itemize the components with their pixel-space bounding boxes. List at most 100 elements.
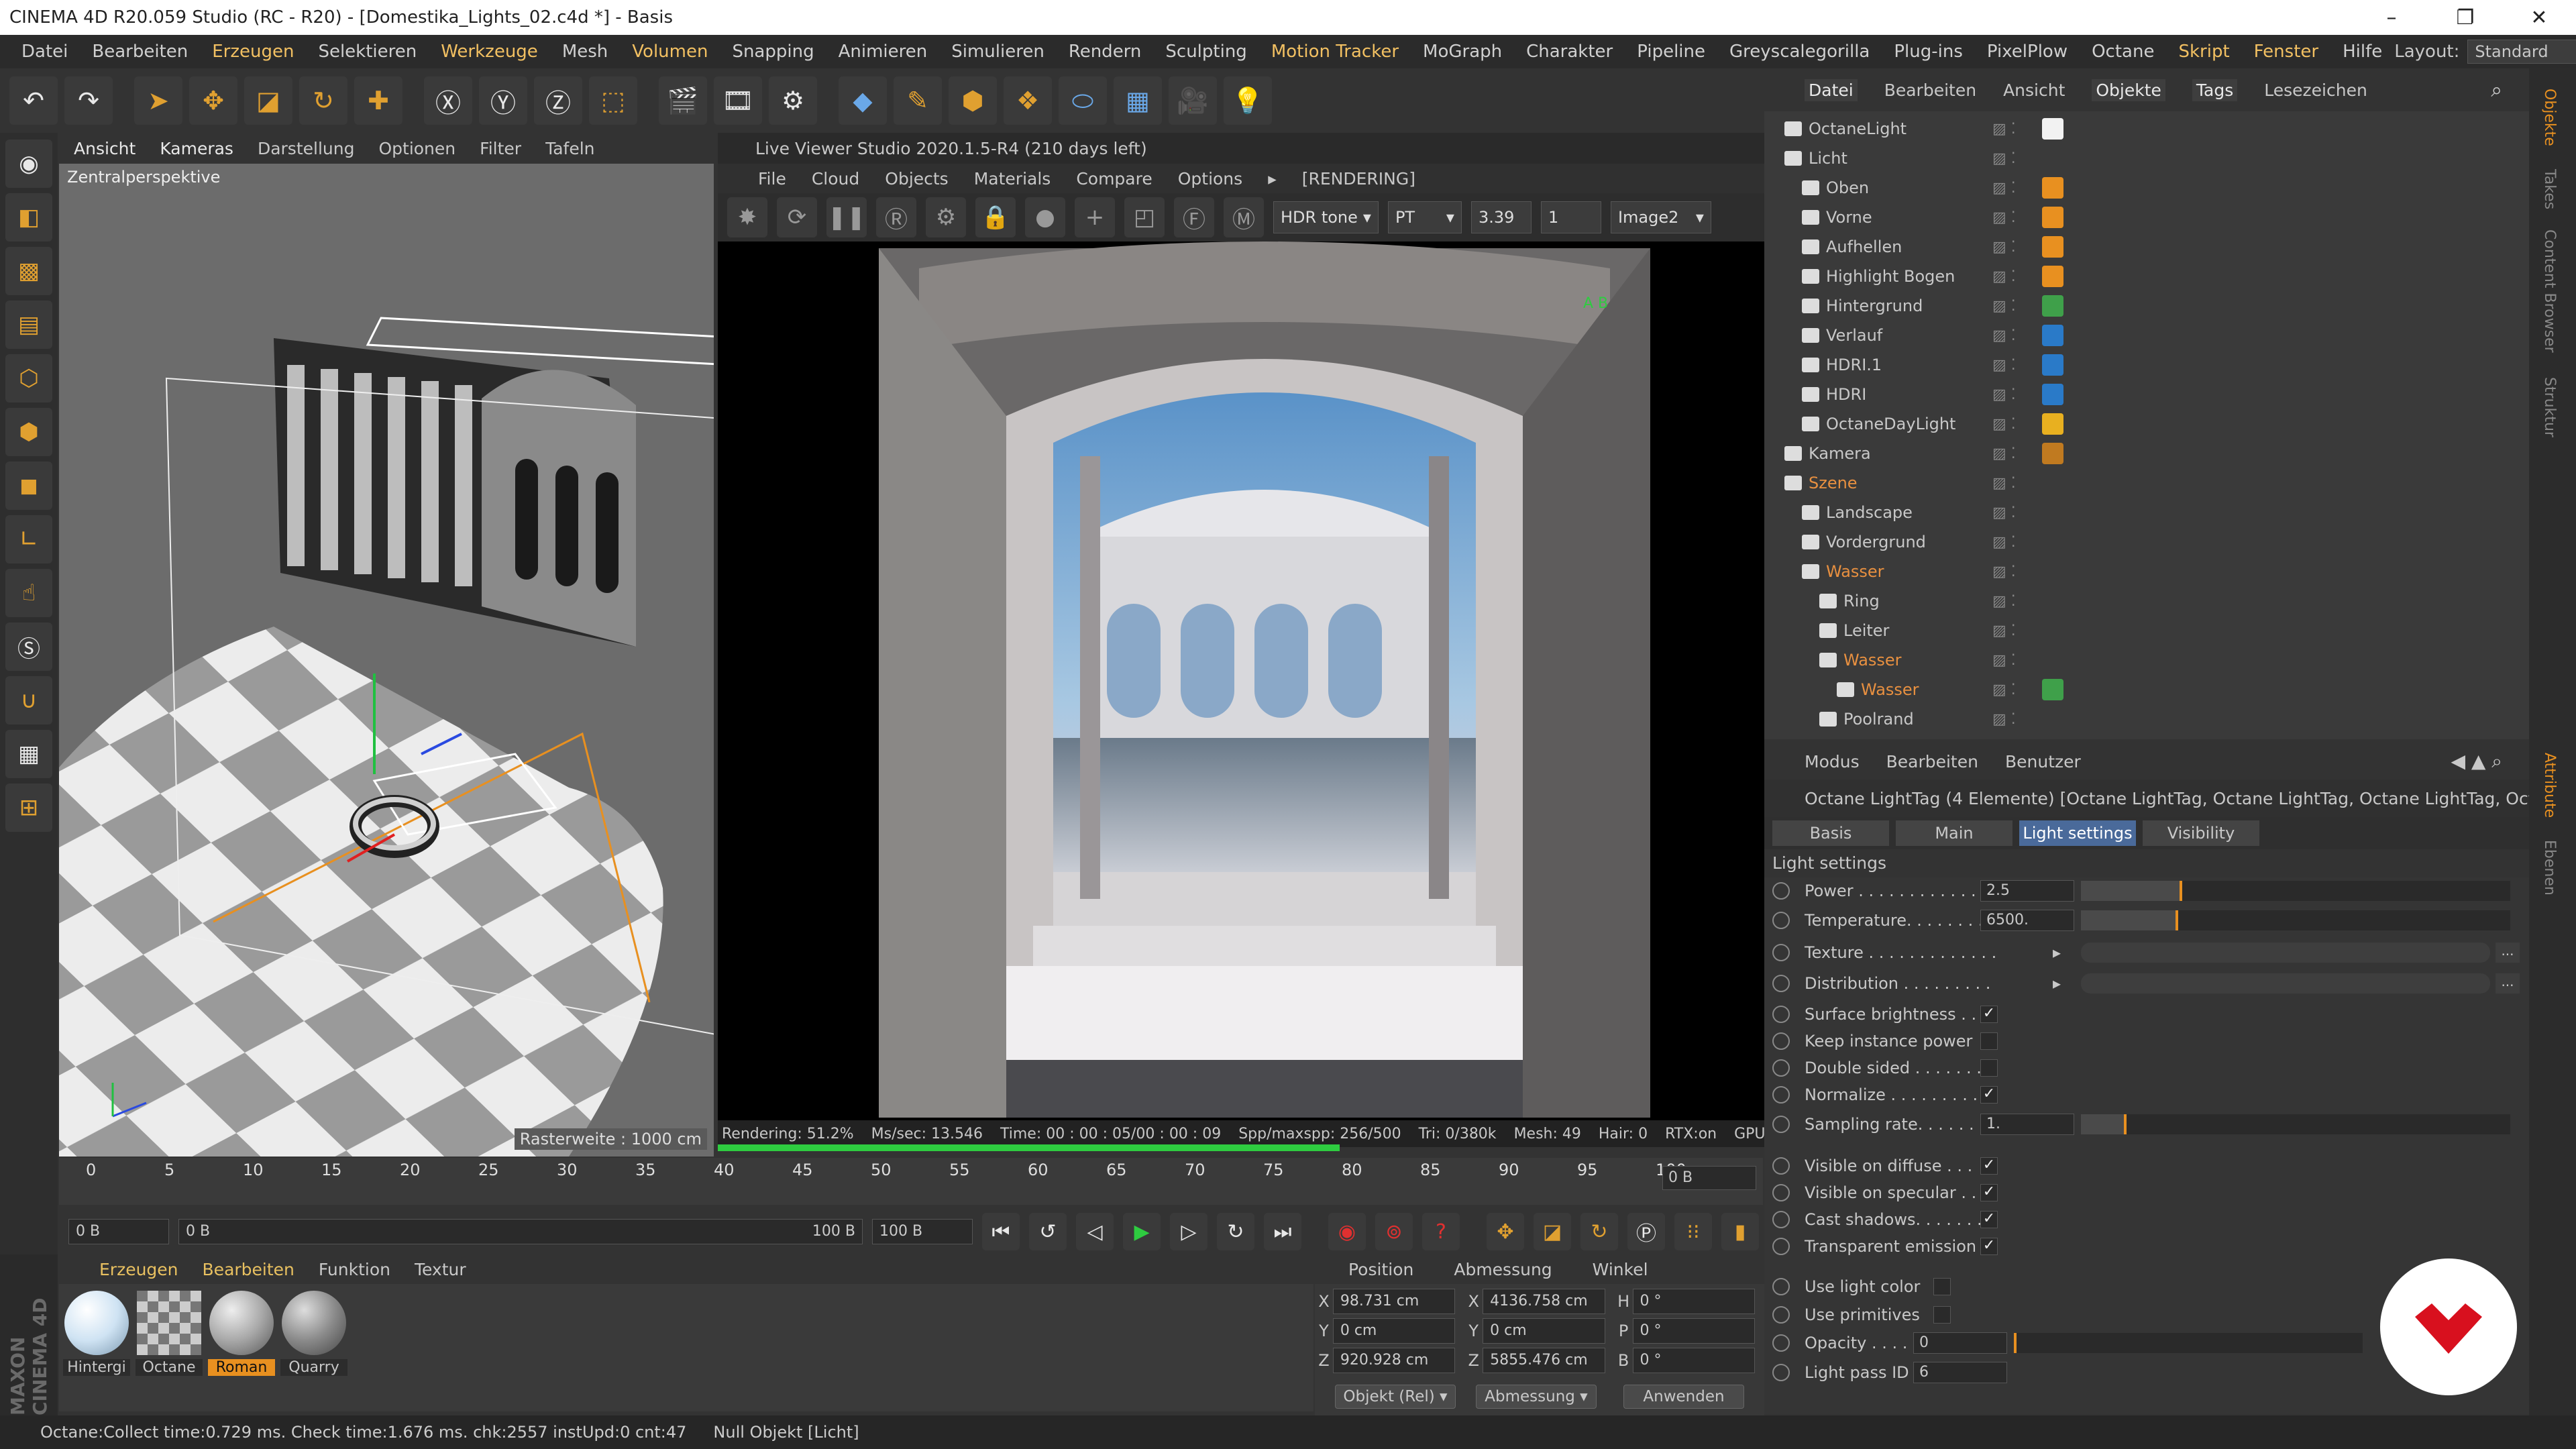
clay-mode-icon[interactable]: ◰	[1124, 197, 1165, 237]
next-key-icon[interactable]: ↻	[1217, 1213, 1254, 1250]
cube-icon[interactable]: ◆	[839, 76, 887, 125]
object-row[interactable]: Leiter ▨ ⁚	[1764, 616, 2529, 645]
play-icon[interactable]: ▶	[1123, 1213, 1161, 1250]
position-x-field[interactable]: 98.731 cm	[1332, 1289, 1456, 1314]
viewport-menu-optionen[interactable]: Optionen	[378, 139, 455, 158]
object-row[interactable]: Wasser ▨ ⁚	[1764, 557, 2529, 586]
viewport-menu-tafeln[interactable]: Tafeln	[545, 139, 594, 158]
object-tag-icon[interactable]	[2042, 236, 2063, 258]
lv-menu-materials[interactable]: Materials	[974, 169, 1051, 189]
lv-menu-cloud[interactable]: Cloud	[812, 169, 859, 189]
object-row[interactable]: OctaneDayLight ▨ ⁚	[1764, 409, 2529, 439]
sampling-rate-field[interactable]: 1.	[1980, 1114, 2074, 1135]
material-item[interactable]: Roman	[208, 1291, 275, 1376]
viewport-menu-filter[interactable]: Filter	[480, 139, 521, 158]
animate-radio[interactable]	[1772, 1278, 1790, 1295]
key-scale-icon[interactable]: ◪	[1534, 1213, 1571, 1250]
side-tab-content-browser[interactable]: Content Browser	[2541, 229, 2558, 353]
mat-menu-textur[interactable]: Textur	[415, 1260, 466, 1279]
visibility-flags-icon[interactable]: ▨ ⁚	[1992, 504, 2016, 521]
animate-radio[interactable]	[1772, 1211, 1790, 1228]
key-pla-icon[interactable]: ⁝⁝	[1674, 1213, 1712, 1250]
lv-menu-options[interactable]: Options	[1178, 169, 1242, 189]
expand-arrow-icon[interactable]: ▸	[2053, 943, 2061, 962]
object-tag-icon[interactable]	[2042, 207, 2063, 228]
layout-dropdown[interactable]: Standard	[2467, 40, 2576, 64]
x-axis-icon[interactable]: Ⓧ	[424, 76, 472, 125]
undo-icon[interactable]: ↶	[9, 76, 58, 125]
double-sided-checkbox[interactable]	[1980, 1059, 1998, 1077]
region-render-icon[interactable]: Ⓡ	[876, 197, 916, 237]
side-tab-ebenen[interactable]: Ebenen	[2541, 840, 2558, 896]
prev-key-icon[interactable]: ↺	[1029, 1213, 1067, 1250]
menu-selektieren[interactable]: Selektieren	[306, 42, 429, 62]
tab-main[interactable]: Main	[1896, 820, 2012, 846]
snap-icon[interactable]: Ⓢ	[5, 623, 52, 671]
search-icon[interactable]: ⌕	[2491, 78, 2502, 102]
animate-radio[interactable]	[1772, 1238, 1790, 1255]
visibility-flags-icon[interactable]: ▨ ⁚	[1992, 121, 2016, 138]
z-axis-icon[interactable]: Ⓩ	[534, 76, 582, 125]
visibility-flags-icon[interactable]: ▨ ⁚	[1992, 652, 2016, 669]
object-row[interactable]: Hintergrund ▨ ⁚	[1764, 291, 2529, 321]
menu-simulieren[interactable]: Simulieren	[939, 42, 1057, 62]
om-menu-ansicht[interactable]: Ansicht	[2003, 80, 2065, 100]
material-item[interactable]: Hintergi	[63, 1291, 130, 1376]
viewport-menu-darstellung[interactable]: Darstellung	[258, 139, 355, 158]
material-ball-icon[interactable]: ●	[1025, 197, 1065, 237]
lv-menu-file[interactable]: File	[758, 169, 786, 189]
send-scene-icon[interactable]: ✸	[727, 197, 767, 237]
visibility-flags-icon[interactable]: ▨ ⁚	[1992, 416, 2016, 433]
rotation-p-field[interactable]: 0 °	[1632, 1318, 1756, 1344]
camera-icon[interactable]: 🎥	[1169, 76, 1217, 125]
menu-skript[interactable]: Skript	[2166, 42, 2241, 62]
object-tag-icon[interactable]	[2042, 177, 2063, 199]
render-settings-icon[interactable]: ⚙	[769, 76, 817, 125]
material-item[interactable]: Octane	[136, 1291, 203, 1376]
tonemap-dropdown[interactable]: HDR tone ▾	[1273, 201, 1379, 233]
focus-picker-icon[interactable]: Ⓕ	[1174, 197, 1214, 237]
object-row[interactable]: Ring ▨ ⁚	[1764, 586, 2529, 616]
coordinate-system-icon[interactable]: ⬚	[589, 76, 637, 125]
key-parameter-icon[interactable]: Ⓟ	[1627, 1213, 1665, 1250]
chevron-right-icon[interactable]: ▸	[1268, 169, 1277, 189]
mat-menu-bearbeiten[interactable]: Bearbeiten	[203, 1260, 294, 1279]
side-tab-attribute[interactable]: Attribute	[2541, 753, 2558, 818]
3d-viewport[interactable]: Zentralperspektive Rasterweite : 1000 cm	[59, 164, 714, 1157]
side-tab-objekte[interactable]: Objekte	[2541, 89, 2558, 146]
range-slider[interactable]: 0 B 100 B	[178, 1219, 863, 1244]
visibility-flags-icon[interactable]: ▨ ⁚	[1992, 327, 2016, 344]
visibility-flags-icon[interactable]: ▨ ⁚	[1992, 180, 2016, 197]
animate-radio[interactable]	[1772, 1006, 1790, 1023]
visibility-flags-icon[interactable]: ▨ ⁚	[1992, 475, 2016, 492]
om-menu-bearbeiten[interactable]: Bearbeiten	[1884, 80, 1976, 100]
menu-werkzeuge[interactable]: Werkzeuge	[429, 42, 550, 62]
rotation-h-field[interactable]: 0 °	[1632, 1289, 1756, 1314]
size-x-field[interactable]: 4136.758 cm	[1483, 1289, 1605, 1314]
visible-diffuse-checkbox[interactable]: ✓	[1980, 1157, 1998, 1175]
pause-icon[interactable]: ❚❚	[826, 197, 867, 237]
menu-hilfe[interactable]: Hilfe	[2330, 42, 2394, 62]
surface-brightness-checkbox[interactable]: ✓	[1980, 1006, 1998, 1023]
visibility-flags-icon[interactable]: ▨ ⁚	[1992, 445, 2016, 462]
mode-object-icon[interactable]: ◧	[5, 193, 52, 241]
size-z-field[interactable]: 5855.476 cm	[1483, 1348, 1605, 1373]
autokey-icon[interactable]: ⊚	[1375, 1213, 1413, 1250]
position-z-field[interactable]: 920.928 cm	[1332, 1348, 1456, 1373]
visibility-flags-icon[interactable]: ▨ ⁚	[1992, 711, 2016, 728]
scale-icon[interactable]: ◪	[244, 76, 292, 125]
menu-motion-tracker[interactable]: Motion Tracker	[1259, 42, 1411, 62]
opacity-field[interactable]: 0	[1913, 1332, 2007, 1354]
menu-rendern[interactable]: Rendern	[1057, 42, 1154, 62]
object-tag-icon[interactable]	[2042, 443, 2063, 464]
power-slider[interactable]	[2081, 881, 2510, 901]
object-row[interactable]: Licht ▨ ⁚	[1764, 144, 2529, 173]
object-tag-icon[interactable]	[2042, 354, 2063, 376]
visibility-flags-icon[interactable]: ▨ ⁚	[1992, 682, 2016, 698]
object-row[interactable]: Vordergrund ▨ ⁚	[1764, 527, 2529, 557]
cloner-icon[interactable]: ❖	[1004, 76, 1052, 125]
object-row[interactable]: Szene ▨ ⁚	[1764, 468, 2529, 498]
mode-workplane-icon[interactable]: ▤	[5, 301, 52, 349]
rotate-icon[interactable]: ↻	[299, 76, 347, 125]
start-frame-field[interactable]: 0 B	[68, 1219, 169, 1244]
